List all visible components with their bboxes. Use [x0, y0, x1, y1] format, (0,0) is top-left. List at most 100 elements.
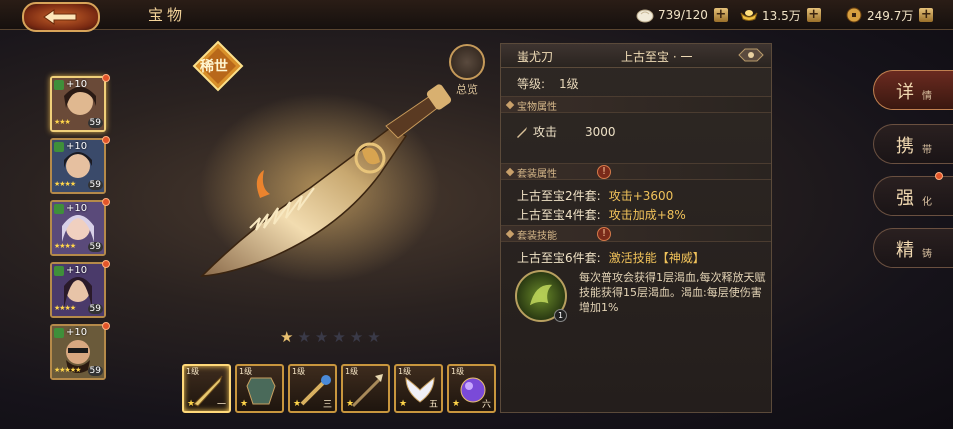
- tab-sublabel: 化: [922, 197, 932, 208]
- treasure-slot[interactable]: 1级 ★ 三: [288, 364, 337, 413]
- skill-count: 1: [554, 309, 567, 322]
- weapon-tag-icon: [54, 204, 64, 214]
- tab-carry[interactable]: 携 带: [873, 124, 953, 164]
- slot-number: 三: [322, 400, 332, 410]
- notice-dot: [935, 172, 943, 180]
- set-bonus-6: 上古至宝6件套: 激活技能【神威】: [517, 249, 705, 266]
- attack-attribute: 攻击 3000: [515, 123, 616, 140]
- set-label: 上古至宝4件套:: [517, 208, 601, 222]
- add-coin-button[interactable]: +: [919, 8, 934, 22]
- slot-level: 1级: [292, 367, 306, 376]
- scroll-handle-icon: [738, 48, 764, 62]
- slot-number: 五: [428, 400, 438, 410]
- slot-level: 1级: [345, 367, 359, 376]
- treasure-tier: 上古至宝 · 一: [621, 50, 693, 64]
- overview-icon: [449, 44, 485, 80]
- resource-ingot: 13.5万 +: [740, 6, 821, 24]
- star-empty-icon: ★: [332, 328, 346, 346]
- star-filled-icon: ★: [280, 328, 294, 346]
- hero-level: 59: [87, 366, 103, 376]
- set-effect: 激活技能【神威】: [608, 251, 705, 265]
- hero-stars: ★★★: [54, 118, 71, 126]
- notice-dot: [102, 198, 110, 206]
- hero-level: 59: [87, 304, 103, 314]
- tab-label: 强: [896, 188, 914, 209]
- slot-star-icon: ★: [399, 399, 408, 409]
- treasure-slot[interactable]: 1级 ★: [341, 364, 390, 413]
- add-ingot-button[interactable]: +: [806, 8, 821, 22]
- attack-icon: [517, 126, 527, 138]
- skill-description: 每次普攻会获得1层渴血,每次释放天赋技能获得15层渴血。渴血:每层使伤害增加1%: [579, 271, 766, 314]
- hero-plus: +10: [66, 79, 88, 90]
- set-effect: 攻击+3600: [608, 189, 674, 203]
- notice-dot: [102, 322, 110, 330]
- back-button[interactable]: [22, 2, 100, 32]
- hero-level: 59: [87, 180, 103, 190]
- game-scene: 宝物 739/120 + 13.5万 + 249.7万 + +10 ★★★ 59…: [0, 0, 953, 429]
- slot-level: 1级: [186, 367, 200, 376]
- star-empty-icon: ★: [349, 328, 364, 346]
- level-value: 1级: [559, 77, 579, 91]
- coin-value: 249.7万: [867, 8, 914, 23]
- weapon-tag-icon: [54, 80, 64, 90]
- treasure-slot[interactable]: 1级 ★ 五: [394, 364, 443, 413]
- hero-card[interactable]: +10 ★★★★ 59: [50, 138, 106, 194]
- slot-number: 六: [481, 400, 491, 410]
- slot-number: 一: [216, 400, 226, 410]
- hero-level: 59: [87, 118, 103, 128]
- bun-value: 739/120: [658, 8, 708, 22]
- section-title: 套装技能: [517, 231, 557, 242]
- weapon-tag-icon: [54, 142, 64, 152]
- attr-value: 3000: [585, 124, 616, 139]
- slot-star-icon: ★: [240, 399, 249, 409]
- slot-star-icon: ★: [293, 399, 302, 409]
- level-label: 等级:: [517, 77, 546, 91]
- treasure-name: 蚩尤刀: [517, 50, 554, 64]
- attr-label: 攻击: [533, 125, 558, 139]
- hero-card[interactable]: +10 ★★★★ 59: [50, 262, 106, 318]
- upgrade-stars: ★ ★ ★ ★ ★ ★: [280, 328, 381, 346]
- set-effect: 攻击加成+8%: [608, 208, 686, 222]
- tab-details[interactable]: 详 情: [873, 70, 953, 110]
- hero-list: +10 ★★★ 59 +10 ★★★★ 59 +10 ★★★★ 59 +10 ★…: [44, 64, 112, 384]
- info-alert-icon[interactable]: !: [597, 165, 611, 179]
- treasure-level: 等级: 1级: [517, 75, 579, 92]
- slot-star-icon: ★: [346, 399, 355, 409]
- set-bonus-2: 上古至宝2件套: 攻击+3600: [517, 187, 673, 204]
- set-label: 上古至宝6件套:: [517, 251, 601, 265]
- hero-plus: +10: [66, 203, 88, 214]
- hero-plus: +10: [66, 141, 88, 152]
- hero-stars: ★★★★: [54, 180, 76, 188]
- treasure-slot[interactable]: 1级 ★ 一: [182, 364, 231, 413]
- treasure-slot[interactable]: 1级 ★ 六: [447, 364, 496, 413]
- slot-star-icon: ★: [452, 399, 461, 409]
- ingot-value: 13.5万: [762, 8, 801, 23]
- notice-dot: [102, 136, 110, 144]
- tab-label: 精: [896, 240, 914, 261]
- copper-coin-icon: [846, 7, 862, 23]
- back-arrow-icon: [43, 9, 77, 25]
- star-empty-icon: ★: [367, 328, 381, 346]
- tab-enhance[interactable]: 强 化: [873, 176, 953, 216]
- slot-level: 1级: [239, 367, 253, 376]
- bun-icon: [636, 9, 654, 23]
- hero-card[interactable]: +10 ★★★★★ 59: [50, 324, 106, 380]
- hero-card[interactable]: +10 ★★★ 59: [50, 76, 106, 132]
- info-alert-icon[interactable]: !: [597, 227, 611, 241]
- diamond-icon: [505, 229, 515, 239]
- hero-plus: +10: [66, 327, 88, 338]
- armor-item-icon: [246, 377, 276, 405]
- page-title: 宝物: [148, 6, 187, 24]
- treasure-slot-bar: 1级 ★ 一 1级 ★ 1级 ★ 三 1级 ★ 1级 ★ 五 1级 ★ 六: [182, 364, 496, 413]
- slot-level: 1级: [398, 367, 412, 376]
- star-empty-icon: ★: [314, 328, 329, 346]
- treasure-slot[interactable]: 1级 ★: [235, 364, 284, 413]
- section-set-skill: 套装技能 !: [501, 225, 771, 242]
- skill-icon[interactable]: 1: [515, 270, 567, 322]
- tab-label: 详: [896, 82, 914, 103]
- notice-dot: [102, 260, 110, 268]
- notice-dot: [102, 74, 110, 82]
- tab-refine[interactable]: 精 铸: [873, 228, 953, 268]
- hero-card[interactable]: +10 ★★★★ 59: [50, 200, 106, 256]
- add-bun-button[interactable]: +: [713, 8, 728, 22]
